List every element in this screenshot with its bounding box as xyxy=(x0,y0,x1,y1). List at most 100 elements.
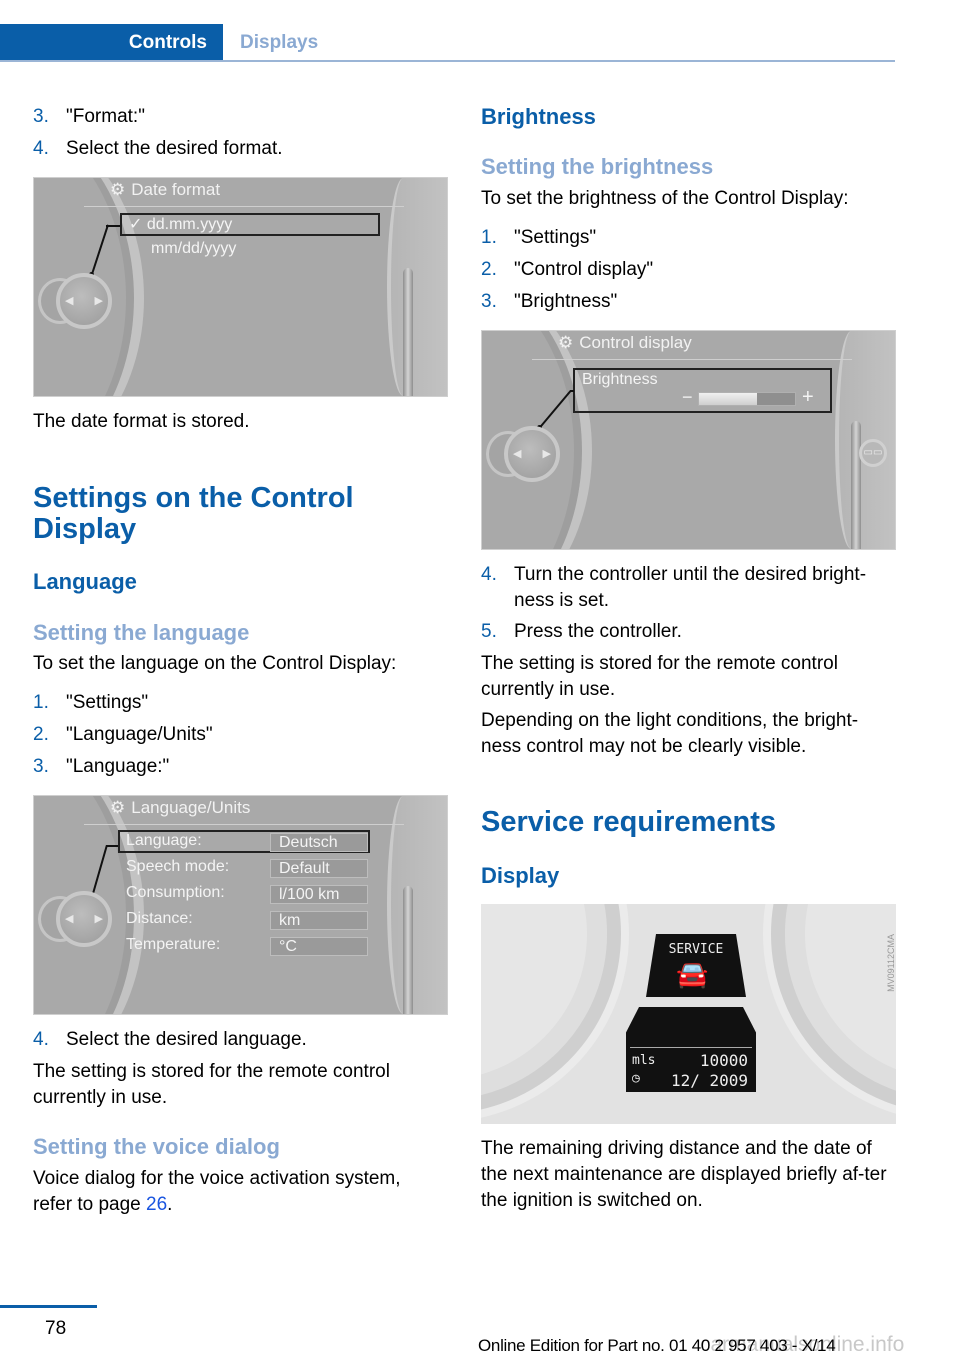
bezel-edge xyxy=(387,178,447,396)
tab-controls[interactable]: Controls xyxy=(0,24,223,62)
step-text: Select the desired language. xyxy=(66,1029,307,1050)
language-stored-text: The setting is stored for the remote con… xyxy=(33,1061,390,1108)
service-display-image: SERVICE 🚘 mls 10000 ◷ 12/ 2009 MV09112CM… xyxy=(481,904,896,1124)
chapter-header: Controls Displays xyxy=(0,24,895,62)
scrollbar xyxy=(851,421,861,549)
setting-brightness-heading: Setting the brightness xyxy=(481,154,714,179)
row-value-language[interactable]: Deutsch xyxy=(270,833,368,852)
controller-knob: ◀ ▶ xyxy=(504,426,560,482)
step-number: 4. xyxy=(33,138,49,159)
date-stored-text: The date format is stored. xyxy=(33,411,250,432)
image-code: MV09112CMA xyxy=(886,934,896,992)
scrollbar xyxy=(403,268,413,396)
title-rule xyxy=(532,359,852,360)
minus-icon[interactable]: − xyxy=(682,387,693,408)
row-value-consumption[interactable]: l/100 km xyxy=(270,885,368,904)
panel-rule xyxy=(630,1047,752,1048)
row-value-distance[interactable]: km xyxy=(270,911,368,930)
voice-text-end: . xyxy=(167,1194,173,1215)
screen-title-text: Control display xyxy=(579,333,692,352)
arrow-left-icon: ◀ xyxy=(513,448,522,460)
car-icon: 🚘 xyxy=(676,959,709,989)
step-text: Press the controller. xyxy=(514,621,682,642)
arrow-right-icon: ▶ xyxy=(94,295,103,307)
option-label: dd.mm.yyyy xyxy=(146,216,233,233)
control-display-screen: ▭▭ ⚙ Control display Brightness − + ◀ ▶ xyxy=(481,330,896,550)
step-number: 4. xyxy=(33,1029,49,1050)
date-value: 12/ 2009 xyxy=(670,1071,748,1090)
service-requirements-title: Service requirements xyxy=(481,806,776,838)
step-text: "Settings" xyxy=(514,227,597,248)
date-option-selected[interactable]: ✓ dd.mm.yyyy xyxy=(129,214,232,234)
screen-title: ⚙ Language/Units xyxy=(110,798,250,818)
step-number: 4. xyxy=(481,564,497,585)
page-number: 78 xyxy=(45,1318,67,1339)
setting-language-heading: Setting the language xyxy=(33,620,250,645)
section-title: Settings on the Control Display xyxy=(33,482,354,545)
row-label-temperature: Temperature: xyxy=(126,936,221,953)
date-format-screen: ⚙ Date format ✓ dd.mm.yyyy mm/dd/yyyy ◀ ▶ xyxy=(33,177,448,397)
brightness-slider[interactable] xyxy=(698,392,796,406)
gear-icon: ⚙ xyxy=(558,333,574,352)
voice-dialog-text: Voice dialog for the voice activation sy… xyxy=(33,1166,433,1218)
service-text: The remaining driving distance and the d… xyxy=(481,1138,887,1211)
arrow-right-icon: ▶ xyxy=(542,448,551,460)
step-number: 3. xyxy=(33,756,49,777)
distance-unit: mls xyxy=(632,1053,656,1068)
brightness-intro: To set the brightness of the Control Dis… xyxy=(481,188,849,209)
language-heading: Language xyxy=(33,569,137,594)
step-number: 5. xyxy=(481,621,497,642)
date-option[interactable]: mm/dd/yyyy xyxy=(151,240,236,258)
row-value-temperature[interactable]: °C xyxy=(270,937,368,956)
brightness-label: Brightness xyxy=(582,371,658,388)
step-number: 2. xyxy=(33,724,49,745)
brightness-note: Depending on the light conditions, the b… xyxy=(481,710,859,757)
display-heading: Display xyxy=(481,863,560,888)
screen-title: ⚙ Date format xyxy=(110,180,220,200)
controller-knob: ◀ ▶ xyxy=(56,273,112,329)
plus-icon[interactable]: + xyxy=(802,386,814,409)
screen-title-text: Date format xyxy=(131,180,221,199)
tab-displays[interactable]: Displays xyxy=(240,24,318,62)
pointer-line xyxy=(106,845,118,847)
step-text: "Control display" xyxy=(514,259,654,280)
bezel-edge xyxy=(387,796,447,1014)
controller-knob: ◀ ▶ xyxy=(56,891,112,947)
service-indicator: SERVICE 🚘 xyxy=(646,934,746,997)
page-link[interactable]: 26 xyxy=(146,1194,167,1215)
service-info-panel: mls 10000 ◷ 12/ 2009 xyxy=(626,1007,756,1092)
voice-dialog-heading: Setting the voice dialog xyxy=(33,1134,280,1159)
step-number: 3. xyxy=(33,106,49,127)
scrollbar xyxy=(403,886,413,1014)
clock-icon: ◷ xyxy=(632,1071,640,1086)
arrow-right-icon: ▶ xyxy=(94,913,103,925)
check-icon: ✓ xyxy=(129,216,147,233)
brightness-slider-fill xyxy=(699,393,757,405)
arrow-left-icon: ◀ xyxy=(65,913,74,925)
row-label-speech-mode: Speech mode: xyxy=(126,858,230,875)
step-text: "Format:" xyxy=(66,106,145,127)
row-value-speech-mode[interactable]: Default xyxy=(270,859,368,878)
gear-icon: ⚙ xyxy=(110,798,126,817)
step-text: "Brightness" xyxy=(514,291,618,312)
step-text: Turn the controller until the desired br… xyxy=(514,564,867,611)
pointer-line xyxy=(106,225,120,227)
screen-title: ⚙ Control display xyxy=(558,333,692,353)
step-text: "Language/Units" xyxy=(66,724,213,745)
arrow-left-icon: ◀ xyxy=(65,295,74,307)
title-rule xyxy=(84,206,404,207)
step-number: 3. xyxy=(481,291,497,312)
edition-text: Online Edition for Part no. 01 40 2 957 … xyxy=(478,1336,836,1355)
brightness-heading: Brightness xyxy=(481,104,596,129)
screen-title-text: Language/Units xyxy=(131,798,251,817)
gear-icon: ⚙ xyxy=(110,180,126,199)
row-label-distance: Distance: xyxy=(126,910,193,927)
row-label-consumption: Consumption: xyxy=(126,884,225,901)
pointer-line xyxy=(570,390,574,392)
step-number: 1. xyxy=(481,227,497,248)
split-screen-icon: ▭▭ xyxy=(859,439,887,467)
gauge-left xyxy=(481,904,621,1114)
voice-text: Voice dialog for the voice activation sy… xyxy=(33,1168,401,1215)
brightness-stored-text: The setting is stored for the remote con… xyxy=(481,653,838,700)
header-rule xyxy=(0,60,895,62)
